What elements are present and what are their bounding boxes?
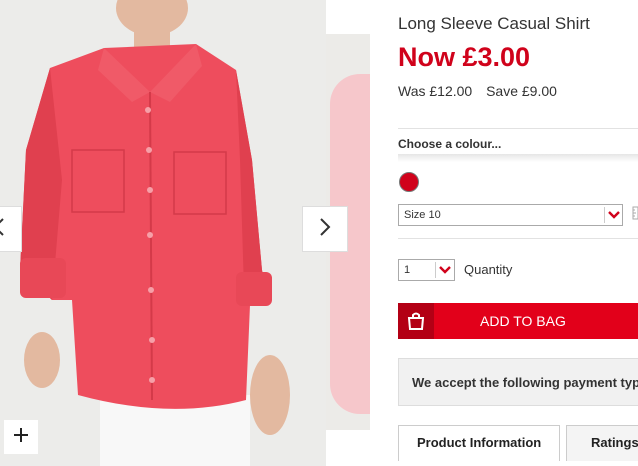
quantity-select[interactable]: 1 [398, 259, 455, 281]
tab-ratings[interactable]: Ratings [566, 425, 638, 461]
quantity-label: Quantity [464, 262, 513, 277]
zoom-button[interactable] [4, 420, 38, 454]
size-guide-icon[interactable] [632, 206, 638, 222]
plus-icon [13, 427, 29, 448]
tab-label: Product Information [417, 435, 542, 450]
chevron-right-icon [319, 217, 331, 242]
product-details-panel: Long Sleeve Casual Shirt Now £3.00 Was £… [398, 0, 638, 466]
chevron-down-icon [604, 207, 623, 223]
product-title: Long Sleeve Casual Shirt [398, 14, 590, 33]
price-history: Was £12.00 Save £9.00 [398, 83, 567, 99]
save-amount: Save £9.00 [486, 83, 557, 99]
add-to-bag-label: ADD TO BAG [480, 313, 566, 329]
quantity-value: 1 [404, 264, 411, 276]
divider [398, 128, 638, 129]
product-gallery [0, 0, 370, 466]
colour-label: Choose a colour... [398, 137, 502, 151]
shirt-illustration [20, 0, 290, 466]
payment-types-banner: We accept the following payment types [398, 358, 638, 406]
colour-swatch-red[interactable] [399, 172, 419, 192]
tab-label: Ratings [591, 435, 638, 450]
size-value: Size 10 [404, 209, 441, 221]
chevron-left-icon [0, 217, 5, 242]
current-price: Now £3.00 [398, 42, 531, 72]
add-to-bag-button[interactable]: ADD TO BAG [398, 303, 638, 339]
chevron-down-icon [435, 262, 454, 278]
next-image-button[interactable] [302, 206, 348, 252]
prev-image-button[interactable] [0, 206, 22, 252]
payment-types-text: We accept the following payment types [412, 375, 638, 390]
size-select[interactable]: Size 10 [398, 204, 623, 226]
shopping-bag-icon [398, 303, 434, 339]
was-price: Was £12.00 [398, 83, 473, 99]
divider [398, 238, 638, 239]
tab-product-information[interactable]: Product Information [398, 425, 560, 461]
product-image[interactable] [0, 0, 326, 466]
colour-header-shadow [398, 154, 638, 162]
